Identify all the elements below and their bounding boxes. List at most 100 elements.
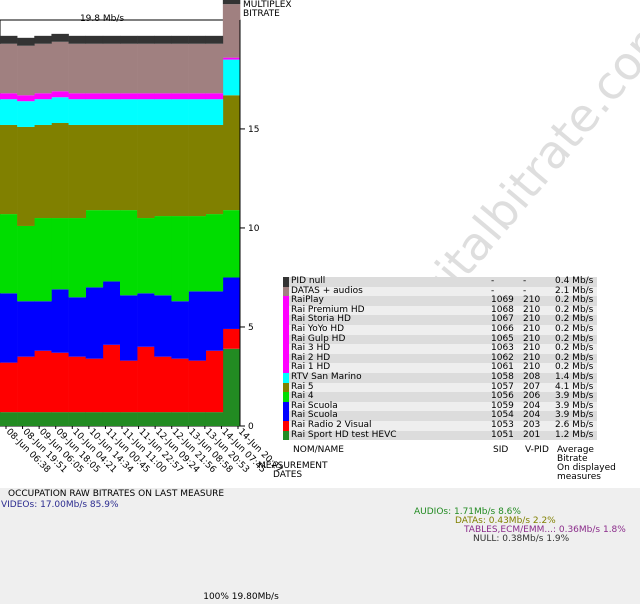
area-segment <box>120 412 138 426</box>
area-segment <box>154 35 172 44</box>
area-segment <box>137 43 155 94</box>
area-segment <box>205 291 224 351</box>
area-segment <box>0 99 18 125</box>
area-segment <box>85 43 104 94</box>
total-label: 100% 19.80Mb/s <box>203 592 279 602</box>
area-segment <box>171 43 189 94</box>
area-segment <box>102 344 121 413</box>
videos-label: VIDEOs: 17.00Mb/s 85.9% <box>1 500 119 510</box>
area-segment <box>17 126 35 226</box>
area-segment <box>120 93 138 100</box>
y-tick-label: 0 <box>248 422 254 432</box>
area-segment <box>154 412 172 426</box>
area-segment <box>188 412 207 426</box>
area-segment <box>120 124 138 211</box>
area-segment <box>34 35 52 44</box>
area-segment <box>137 346 155 413</box>
legend-table: PID null - -0.4 Mb/s DATAS + audios - -2.1 Mb… <box>283 276 597 441</box>
area-segment <box>68 93 87 100</box>
area-segment <box>137 293 155 347</box>
area-segment <box>34 218 52 302</box>
y-tick-label: 10 <box>248 224 260 234</box>
legend-sid: 1051 <box>489 430 521 441</box>
area-segment <box>0 35 18 44</box>
area-segment <box>137 412 155 426</box>
area-segment <box>171 93 189 100</box>
area-segment <box>102 412 121 426</box>
area-segment <box>188 216 207 292</box>
area-segment <box>154 295 172 357</box>
area-segment <box>188 291 207 361</box>
area-segment <box>0 412 18 426</box>
area-segment <box>51 352 69 413</box>
area-segment <box>17 37 35 46</box>
area-segment <box>188 360 207 413</box>
area-segment <box>0 93 18 100</box>
area-segment <box>68 35 87 44</box>
area-segment <box>188 35 207 44</box>
area-segment <box>222 57 241 60</box>
area-segment <box>0 124 18 215</box>
occupation-panel: OCCUPATION RAW BITRATES ON LAST MEASURE … <box>0 488 640 604</box>
area-segment <box>51 289 69 353</box>
area-segment <box>51 122 69 219</box>
legend-row: Rai 5 1057 207 4.1 Mb/s <box>283 382 597 393</box>
area-segment <box>154 43 172 94</box>
area-segment <box>137 124 155 219</box>
area-segment <box>171 124 189 217</box>
area-segment <box>17 45 35 96</box>
area-segment <box>34 124 52 219</box>
area-segment <box>85 358 104 413</box>
area-segment <box>34 412 52 426</box>
legend-row: DATAS + audios - -2.1 Mb/s <box>283 286 597 297</box>
chart-top-label: 19.8 Mb/s <box>79 14 125 24</box>
area-segment <box>120 43 138 94</box>
legend-row: Rai Sport HD test HEVC 1051 201 1.2 Mb/s <box>283 430 597 441</box>
area-segment <box>0 293 18 363</box>
legend-header-vpid: V-PID <box>525 445 549 455</box>
area-segment <box>0 362 18 413</box>
area-segment <box>222 59 241 96</box>
area-segment <box>171 301 189 359</box>
area-segment <box>102 93 121 100</box>
area-segment <box>68 297 87 357</box>
area-segment <box>51 218 69 290</box>
area-segment <box>205 412 224 426</box>
area-segment <box>51 97 69 123</box>
area-segment <box>137 35 155 44</box>
area-segment <box>51 412 69 426</box>
area-segment <box>85 210 104 288</box>
y-tick-label: 15 <box>248 125 259 135</box>
area-segment <box>137 93 155 100</box>
area-segment <box>0 43 18 94</box>
area-segment <box>222 95 241 211</box>
area-segment <box>68 43 87 94</box>
area-segment <box>102 43 121 94</box>
y-tick-label: 5 <box>248 323 254 333</box>
legend-row: RTV San Marino 1058 208 1.4 Mb/s <box>283 372 597 383</box>
area-segment <box>34 350 52 413</box>
area-segment <box>102 210 121 282</box>
area-segment <box>154 356 172 413</box>
measurement-dates-line2: DATES <box>273 470 303 480</box>
area-segment <box>120 210 138 296</box>
area-segment <box>205 214 224 292</box>
occupation-title: OCCUPATION RAW BITRATES ON LAST MEASURE <box>8 489 225 499</box>
area-segment <box>222 328 241 349</box>
area-segment <box>188 93 207 100</box>
legend-bitrate: 1.2 Mb/s <box>553 430 597 441</box>
area-segment <box>85 124 104 211</box>
area-segment <box>120 35 138 44</box>
area-segment <box>34 93 52 100</box>
area-segment <box>102 35 121 44</box>
legend-row: Rai 3 HD 1063 210 0.2 Mb/s <box>283 344 597 354</box>
area-segment <box>120 360 138 413</box>
area-segment <box>154 216 172 296</box>
legend-header-sid: SID <box>493 445 509 455</box>
area-segment <box>171 412 189 426</box>
area-segment <box>222 348 241 426</box>
area-segment <box>154 93 172 100</box>
area-segment <box>17 356 35 413</box>
area-segment <box>205 99 224 125</box>
legend-name: Rai Sport HD test HEVC <box>289 430 489 441</box>
